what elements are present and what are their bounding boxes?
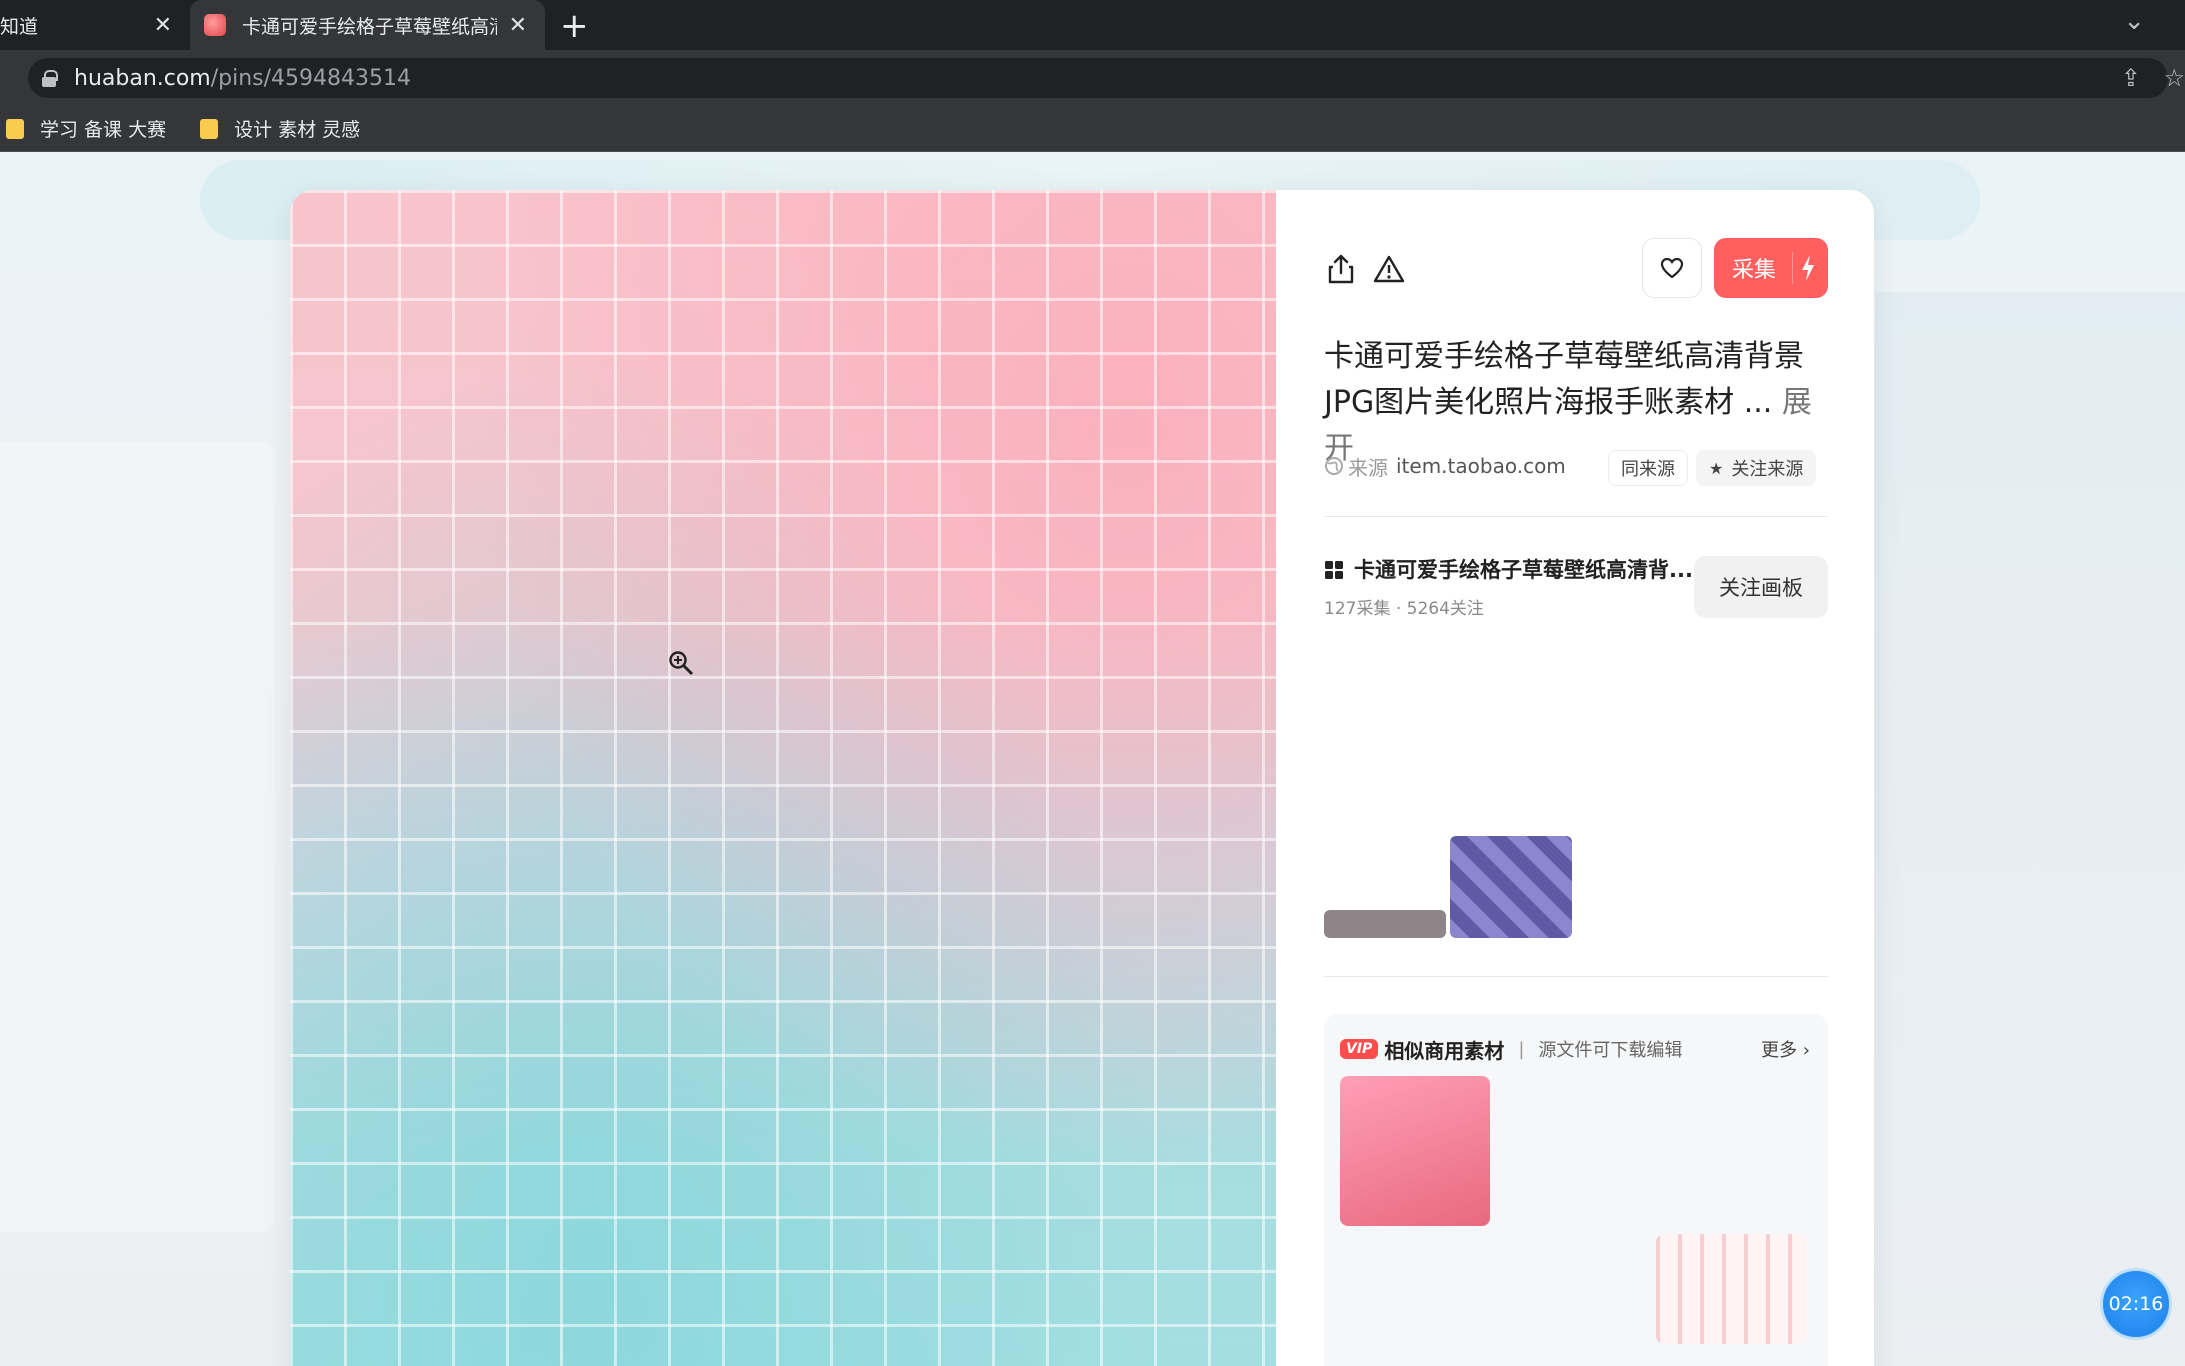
bookmark-label: 设计 素材 灵感 <box>234 119 361 141</box>
tab-title: 卡通可爱手绘格子草莓壁纸高清背景 <box>242 15 497 38</box>
source-row: 来源 item.taobao.com 同来源 ★ 关注来源 <box>1324 446 1828 486</box>
tab-strip: 知道 ✕ 卡通可爱手绘格子草莓壁纸高清背景 ✕ + ⌄ <box>0 0 2185 50</box>
board-thumbnail[interactable] <box>1702 638 1828 696</box>
like-button[interactable] <box>1642 238 1702 298</box>
bookmarks-bar: 学习 备课 大赛 设计 素材 灵感 <box>0 106 2185 152</box>
board-stats: 127采集 · 5264关注 <box>1324 599 1484 619</box>
close-icon[interactable]: ✕ <box>497 13 545 38</box>
board-thumbnail[interactable] <box>1576 890 1698 938</box>
similar-commercial-section: VIP 相似商用素材 | 源文件可下载编辑 更多 › <box>1324 1014 1828 1366</box>
chevron-down-icon[interactable]: ⌄ <box>2123 6 2145 36</box>
follow-source-label: 关注来源 <box>1731 459 1804 480</box>
vip-title: 相似商用素材 <box>1384 1038 1505 1063</box>
zoom-in-icon <box>669 651 694 676</box>
source-domain-link[interactable]: item.taobao.com <box>1396 454 1566 478</box>
board-header: 卡通可爱手绘格子草莓壁纸高清背... 127采集 · 5264关注 关注画板 <box>1324 554 1828 624</box>
board-thumbnail-grid[interactable] <box>1324 638 1828 938</box>
close-icon[interactable]: ✕ <box>142 13 190 38</box>
vip-subtitle: 源文件可下载编辑 <box>1538 1040 1683 1061</box>
vip-thumbnail[interactable] <box>1498 1076 1648 1344</box>
vip-thumbnail[interactable] <box>1340 1234 1490 1344</box>
board-thumbnail[interactable] <box>1576 828 1698 886</box>
url-field[interactable]: huaban.com /pins/4594843514 <box>28 58 2168 98</box>
board-thumbnail[interactable] <box>1324 910 1446 938</box>
vip-badge: VIP <box>1340 1039 1379 1059</box>
board-thumbnail[interactable] <box>1450 638 1572 832</box>
divider <box>1324 976 1828 977</box>
collect-label: 采集 <box>1732 258 1777 283</box>
collect-button[interactable]: 采集 <box>1714 238 1828 298</box>
folder-icon <box>6 118 24 139</box>
follow-board-button[interactable]: 关注画板 <box>1694 556 1828 618</box>
vip-separator: | <box>1518 1038 1525 1060</box>
more-link[interactable]: 更多 › <box>1761 1036 1810 1062</box>
board-thumbnail[interactable] <box>1702 700 1828 870</box>
folder-icon <box>200 118 219 139</box>
source-label: 来源 <box>1348 455 1388 480</box>
url-host: huaban.com <box>74 65 211 91</box>
board-thumbnail[interactable] <box>1576 638 1698 824</box>
backdrop-right-panel <box>1875 292 2185 1366</box>
vip-header: VIP 相似商用素材 | 源文件可下载编辑 <box>1340 1034 1682 1064</box>
button-divider <box>1792 252 1793 284</box>
recording-timer[interactable]: 02:16 <box>2100 1268 2172 1340</box>
same-source-button[interactable]: 同来源 <box>1608 450 1688 486</box>
board-thumbnail[interactable] <box>1702 874 1828 938</box>
bookmark-folder-design[interactable]: 设计 素材 灵感 <box>200 115 360 142</box>
pin-info-panel: 采集 卡通可爱手绘格子草莓壁纸高清背景JPG图片美化照片海报手账素材 ... 展… <box>1324 190 1828 1366</box>
address-bar: huaban.com /pins/4594843514 ⇪ ☆ <box>0 50 2185 106</box>
divider <box>1324 516 1828 517</box>
bookmark-label: 学习 备课 大赛 <box>40 119 167 141</box>
lightning-icon[interactable] <box>1800 254 1816 282</box>
backdrop-left-panel <box>0 442 275 1232</box>
board-thumbnail[interactable] <box>1450 836 1572 938</box>
board-grid-icon <box>1325 561 1343 579</box>
pin-detail-card: 采集 卡通可爱手绘格子草莓壁纸高清背景JPG图片美化照片海报手账素材 ... 展… <box>290 190 1874 1366</box>
share-upload-icon[interactable] <box>1324 252 1358 286</box>
star-icon[interactable]: ☆ <box>2163 64 2185 92</box>
action-bar: 采集 <box>1324 238 1828 300</box>
globe-icon <box>1325 457 1343 475</box>
warning-icon[interactable] <box>1372 252 1406 286</box>
vip-thumbnail[interactable] <box>1340 1076 1490 1226</box>
new-tab-button[interactable]: + <box>560 6 589 46</box>
heart-icon <box>1660 257 1684 279</box>
tab-zhidao[interactable]: 知道 ✕ <box>0 0 190 50</box>
url-path: /pins/4594843514 <box>210 65 412 91</box>
share-icon[interactable]: ⇪ <box>2121 64 2141 92</box>
huaban-favicon-icon <box>204 14 226 36</box>
bookmark-folder-study[interactable]: 学习 备课 大赛 <box>6 115 166 142</box>
star-icon: ★ <box>1709 458 1724 478</box>
vip-thumbnail[interactable] <box>1656 1234 1806 1344</box>
board-thumbnail[interactable] <box>1324 638 1446 906</box>
follow-source-button[interactable]: ★ 关注来源 <box>1696 450 1817 486</box>
tab-huaban-pin[interactable]: 卡通可爱手绘格子草莓壁纸高清背景 ✕ <box>190 0 545 50</box>
pin-image-preview[interactable] <box>290 190 1276 1366</box>
board-title-link[interactable]: 卡通可爱手绘格子草莓壁纸高清背... <box>1354 554 1694 584</box>
tab-title: 知道 <box>0 15 39 38</box>
vip-thumbnail[interactable] <box>1656 1076 1806 1226</box>
pin-title-text: 卡通可爱手绘格子草莓壁纸高清背景JPG图片美化照片海报手账素材 ... <box>1324 339 1804 420</box>
lock-icon[interactable] <box>42 70 58 87</box>
